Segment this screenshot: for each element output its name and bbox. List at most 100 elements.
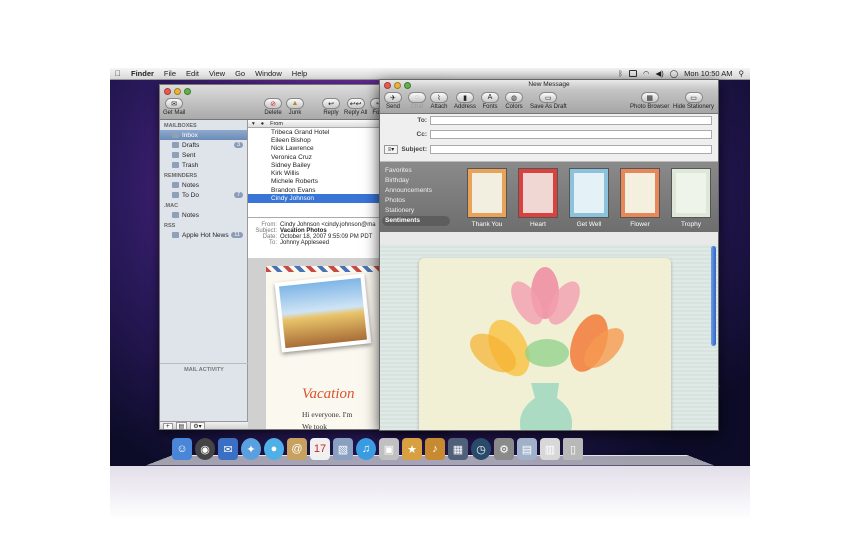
- subject-field: ≡▾ Subject:: [380, 145, 712, 154]
- subject-input[interactable]: [430, 145, 712, 154]
- apple-menu-icon[interactable]: : [110, 69, 126, 78]
- itunes-icon[interactable]: ♫: [356, 438, 376, 460]
- window-controls: [164, 88, 191, 95]
- battery-icon[interactable]: [628, 70, 637, 77]
- colors-button[interactable]: ◍ Colors: [505, 92, 523, 110]
- vertical-scrollbar[interactable]: [711, 246, 716, 346]
- flag-column-icon[interactable]: ▾: [252, 121, 255, 127]
- menu-help[interactable]: Help: [287, 69, 312, 78]
- photo-browser-button[interactable]: ▦ Photo Browser: [630, 92, 669, 110]
- delete-button[interactable]: ⊘ Delete: [264, 98, 282, 116]
- sidebar-item-mac-notes[interactable]: Notes: [160, 210, 247, 220]
- stationery-categories: Favorites Birthday Announcements Photos …: [382, 166, 450, 226]
- system-preferences-icon[interactable]: ⚙: [494, 438, 514, 460]
- add-mailbox-button[interactable]: +: [163, 422, 173, 429]
- minimize-icon[interactable]: [174, 88, 181, 95]
- menu-go[interactable]: Go: [230, 69, 250, 78]
- junk-button[interactable]: ▲ Junk: [286, 98, 304, 116]
- address-book-icon[interactable]: @: [287, 438, 307, 460]
- template-thank-you[interactable]: Thank You: [467, 168, 507, 228]
- wifi-icon[interactable]: ◠: [643, 69, 650, 78]
- chat-button[interactable]: ◌ Chat: [408, 92, 426, 110]
- get-mail-button[interactable]: ✉ Get Mail: [163, 98, 185, 116]
- sidebar-item-inbox[interactable]: Inbox: [160, 130, 247, 140]
- spotlight-icon[interactable]: ⚲: [739, 69, 745, 78]
- close-icon[interactable]: [384, 82, 391, 89]
- mail-icon[interactable]: ✉: [218, 438, 238, 460]
- sidebar-item-sent[interactable]: Sent: [160, 150, 247, 160]
- close-icon[interactable]: [164, 88, 171, 95]
- iphoto-icon[interactable]: ▣: [379, 438, 399, 460]
- volume-icon[interactable]: ◀): [655, 69, 663, 78]
- menu-window[interactable]: Window: [250, 69, 287, 78]
- sidebar-item-notes[interactable]: Notes: [160, 180, 247, 190]
- category-announcements[interactable]: Announcements: [382, 186, 450, 196]
- from-column-header[interactable]: From: [270, 121, 283, 127]
- rss-heading: RSS: [164, 223, 176, 229]
- address-button[interactable]: ▮ Address: [454, 92, 476, 110]
- template-heart[interactable]: Heart: [518, 168, 558, 228]
- finder-icon[interactable]: ☺: [172, 438, 192, 460]
- hide-stationery-button[interactable]: ▭ Hide Stationery: [673, 92, 714, 110]
- dashboard-icon[interactable]: ◉: [195, 438, 215, 460]
- sidebar-item-apple-news[interactable]: Apple Hot News 11: [160, 230, 247, 240]
- downloads-stack-icon[interactable]: ▥: [540, 438, 560, 460]
- imovie-icon[interactable]: ★: [402, 438, 422, 460]
- compose-body[interactable]: [380, 244, 718, 430]
- safari-icon[interactable]: ✦: [241, 438, 261, 460]
- ical-icon[interactable]: 17: [310, 438, 330, 460]
- inbox-icon: [172, 132, 179, 138]
- clock[interactable]: Mon 10:50 AM: [684, 69, 732, 78]
- menu-view[interactable]: View: [204, 69, 230, 78]
- zoom-icon[interactable]: [184, 88, 191, 95]
- reply-all-icon: ↩↩: [346, 98, 365, 109]
- chat-status-icon[interactable]: ◯: [670, 69, 678, 78]
- sidebar-item-trash[interactable]: Trash: [160, 160, 247, 170]
- sent-icon: [172, 152, 179, 158]
- mail-activity-heading: MAIL ACTIVITY: [160, 363, 248, 373]
- action-menu-button[interactable]: ⚙▾: [190, 422, 205, 429]
- to-input[interactable]: [430, 116, 712, 125]
- attach-button[interactable]: ⌇ Attach: [430, 92, 448, 110]
- fonts-button[interactable]: A Fonts: [481, 92, 499, 110]
- bluetooth-icon[interactable]: ᛒ: [618, 69, 623, 78]
- show-photo-icon[interactable]: ▤: [175, 422, 188, 429]
- sidebar-item-label: Trash: [182, 161, 199, 169]
- flower-card: [620, 168, 660, 218]
- delete-icon: ⊘: [264, 98, 282, 109]
- cc-input[interactable]: [430, 130, 712, 139]
- save-draft-button[interactable]: ▭ Save As Draft: [530, 92, 567, 110]
- category-sentiments[interactable]: Sentiments: [382, 216, 450, 226]
- sidebar-item-drafts[interactable]: Drafts 3: [160, 140, 247, 150]
- minimize-icon[interactable]: [394, 82, 401, 89]
- sidebar-item-todo[interactable]: To Do 7: [160, 190, 247, 200]
- time-machine-icon[interactable]: ◷: [471, 438, 491, 460]
- hide-stationery-label: Hide Stationery: [673, 104, 715, 110]
- category-stationery[interactable]: Stationery: [382, 206, 450, 216]
- spaces-icon[interactable]: ▦: [448, 438, 468, 460]
- reply-all-button[interactable]: ↩↩ Reply All: [344, 98, 367, 116]
- template-flower[interactable]: Flower: [620, 168, 660, 228]
- category-birthday[interactable]: Birthday: [382, 176, 450, 186]
- to-value[interactable]: Johnny Appleseed: [280, 240, 329, 246]
- ichat-icon[interactable]: ●: [264, 438, 284, 460]
- template-trophy[interactable]: Trophy: [671, 168, 711, 228]
- preview-icon[interactable]: ▧: [333, 438, 353, 460]
- garageband-icon[interactable]: ♪: [425, 438, 445, 460]
- trophy-card: [671, 168, 711, 218]
- header-options-icon[interactable]: ≡▾: [384, 145, 398, 154]
- reply-button[interactable]: ↩ Reply: [322, 98, 340, 116]
- menu-edit[interactable]: Edit: [181, 69, 204, 78]
- send-icon: ✈: [384, 92, 402, 103]
- send-button[interactable]: ✈ Send: [384, 92, 402, 110]
- menu-finder[interactable]: Finder: [126, 69, 159, 78]
- trash-icon[interactable]: ▯: [563, 438, 583, 460]
- category-photos[interactable]: Photos: [382, 196, 450, 206]
- status-column-icon[interactable]: ●: [261, 121, 264, 127]
- category-favorites[interactable]: Favorites: [382, 166, 450, 176]
- cc-label: Cc:: [416, 131, 427, 138]
- template-get-well[interactable]: Get Well: [569, 168, 609, 228]
- menu-file[interactable]: File: [159, 69, 181, 78]
- documents-folder-icon[interactable]: ▤: [517, 438, 537, 460]
- zoom-icon[interactable]: [404, 82, 411, 89]
